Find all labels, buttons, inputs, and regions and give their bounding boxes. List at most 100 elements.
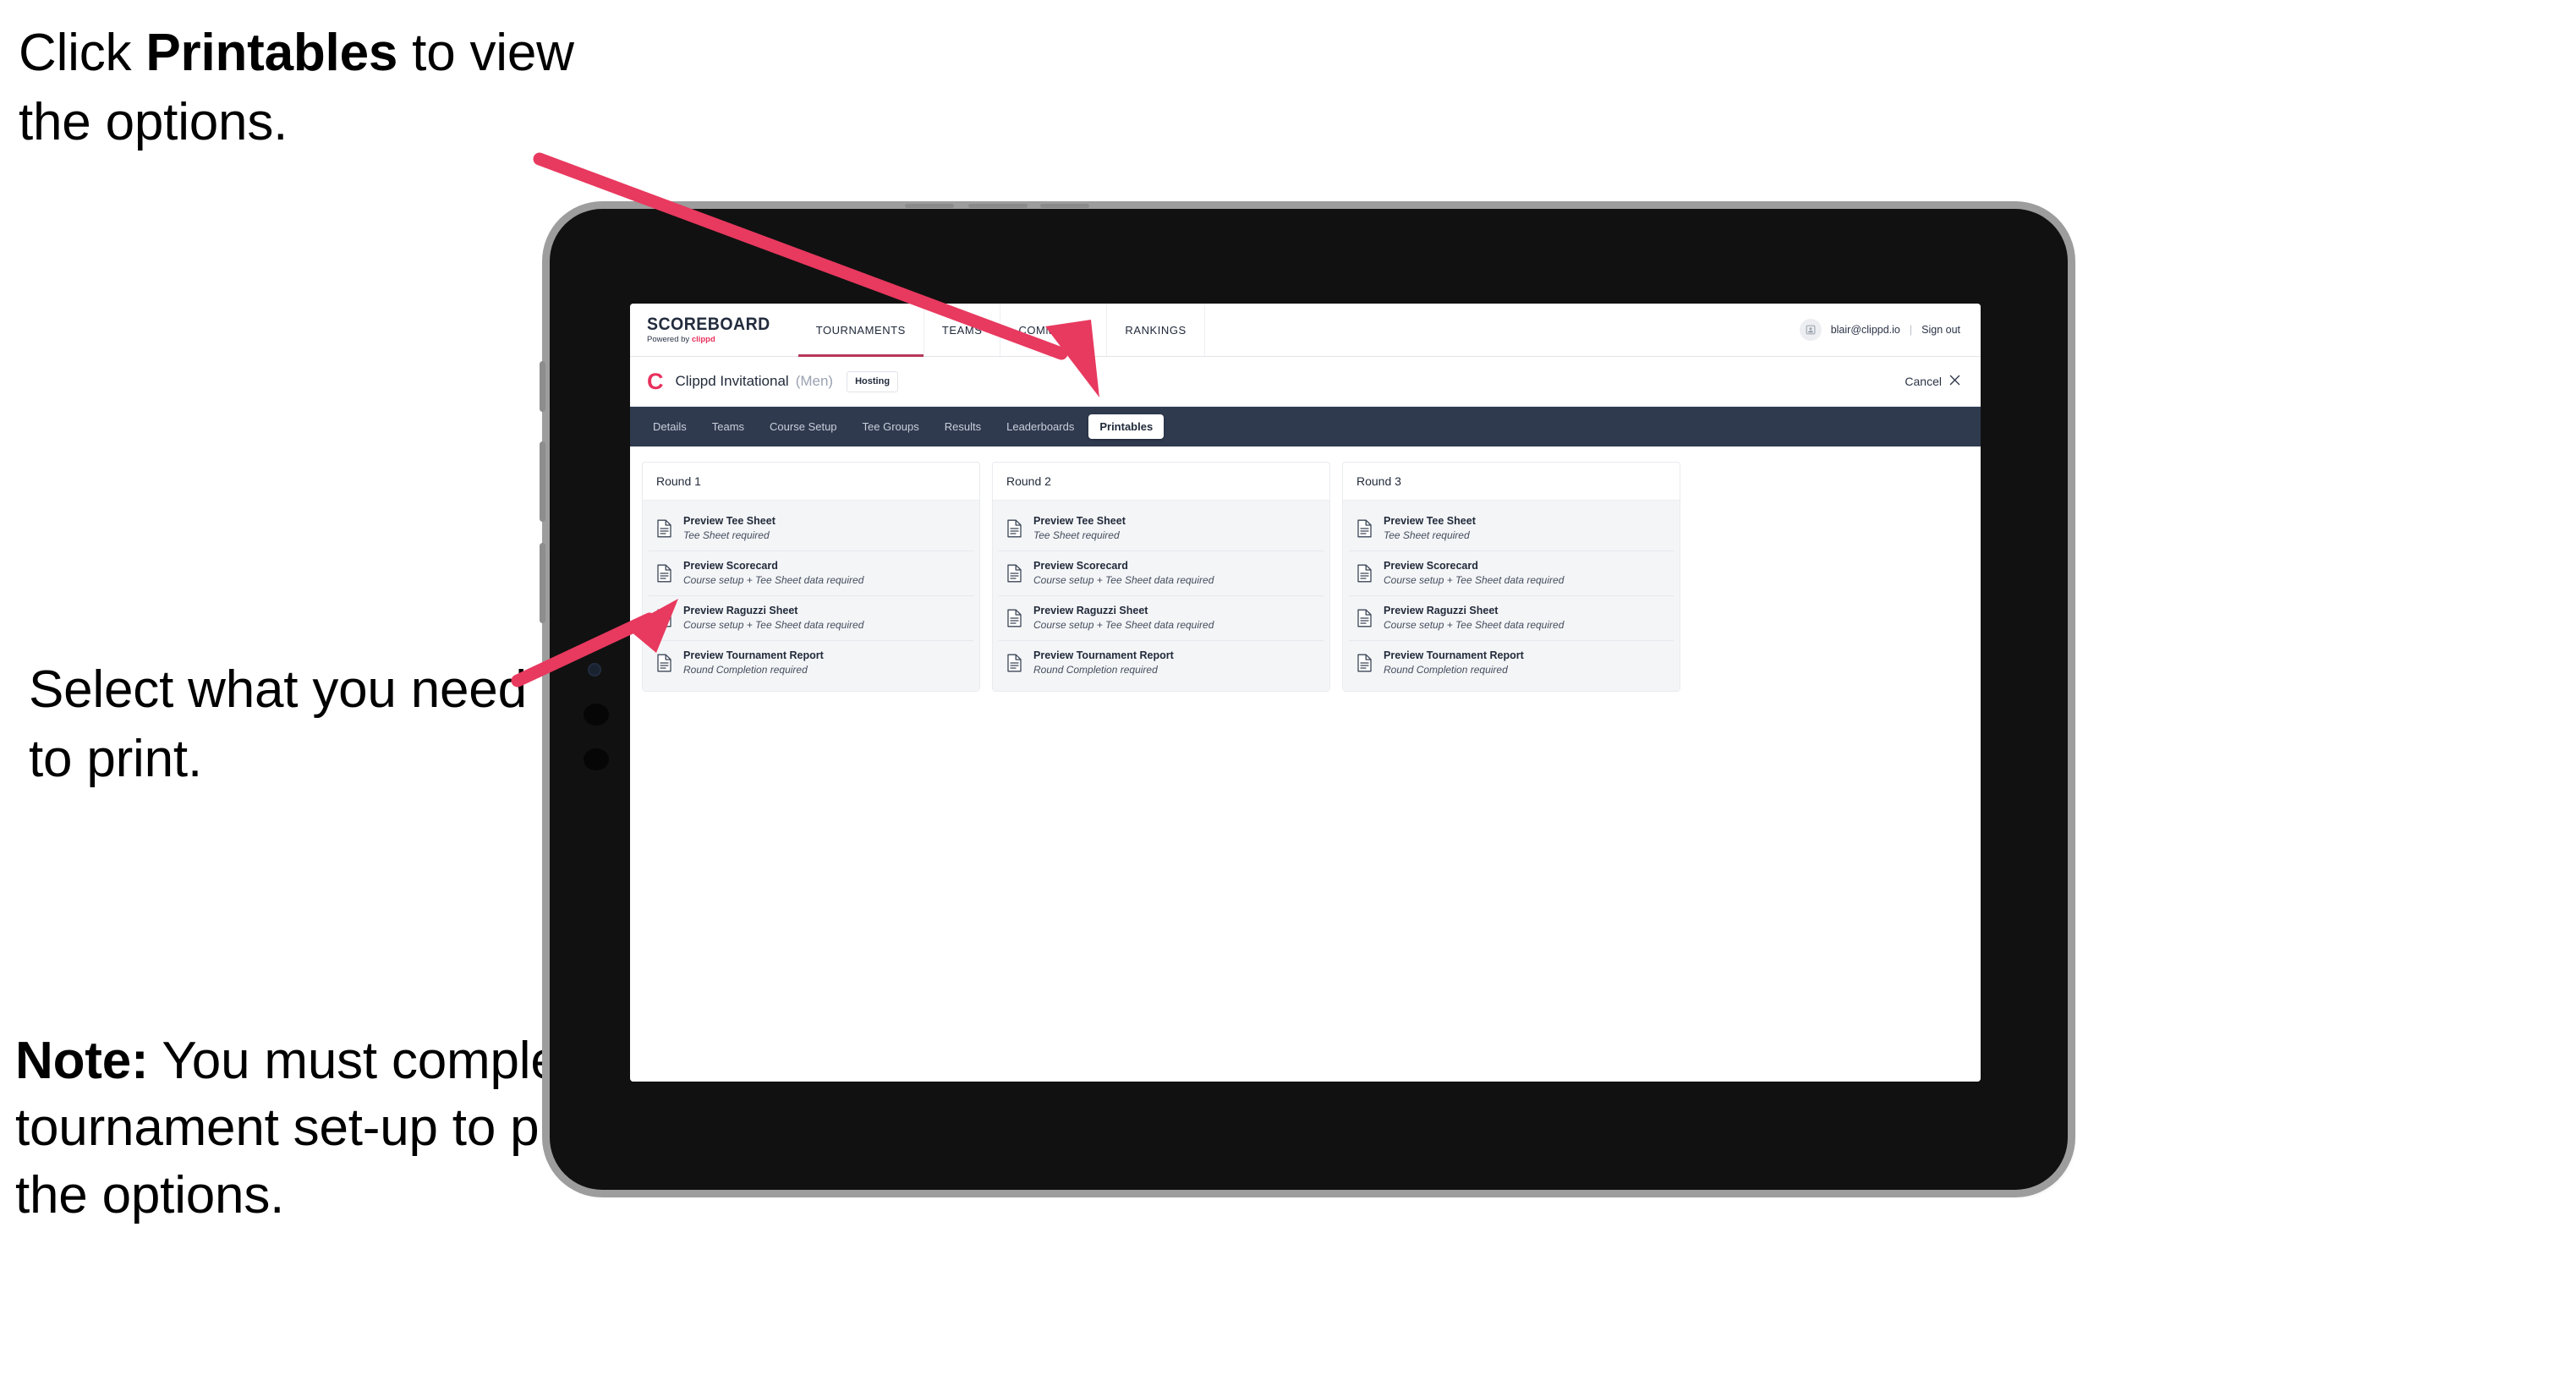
printable-text: Preview Tournament Report Round Completi… <box>1384 649 1524 676</box>
nav-label: TEAMS <box>941 323 983 337</box>
nav-item-tournaments[interactable]: TOURNAMENTS <box>797 304 924 357</box>
sensor-dot-icon <box>584 748 609 770</box>
printable-title: Preview Scorecard <box>1033 559 1128 572</box>
account-area: blair@clippd.io | Sign out <box>1799 304 1981 356</box>
printable-text: Preview Scorecard Course setup + Tee She… <box>1033 559 1214 586</box>
printable-subtitle: Tee Sheet required <box>1384 529 1470 541</box>
document-icon <box>1007 519 1022 538</box>
printable-title: Preview Tournament Report <box>683 649 824 661</box>
printable-subtitle: Course setup + Tee Sheet data required <box>683 618 864 631</box>
printable-title: Preview Scorecard <box>1384 559 1478 572</box>
sign-out-link[interactable]: Sign out <box>1921 324 1960 336</box>
callout-select-print: Select what you need to print. <box>29 660 527 788</box>
printable-subtitle: Round Completion required <box>683 663 808 676</box>
volume-down-button[interactable] <box>540 543 545 623</box>
nav-item-committee[interactable]: COMMITTEE <box>1000 304 1108 356</box>
document-icon <box>1357 609 1372 627</box>
site-header: SCOREBOARD Powered by clippd TOURNAMENTS… <box>630 304 1981 357</box>
document-icon <box>657 564 671 583</box>
tablet-screen: SCOREBOARD Powered by clippd TOURNAMENTS… <box>630 304 1981 1082</box>
document-icon <box>1007 564 1022 583</box>
close-icon <box>1949 375 1960 388</box>
printable-row-tee-sheet[interactable]: Preview Tee Sheet Tee Sheet required <box>999 507 1324 551</box>
cancel-button[interactable]: Cancel <box>1905 375 1960 388</box>
tab-leaderboards[interactable]: Leaderboards <box>995 414 1085 439</box>
tab-printables[interactable]: Printables <box>1088 414 1165 439</box>
hosting-badge: Hosting <box>847 370 899 392</box>
printable-row-tee-sheet[interactable]: Preview Tee Sheet Tee Sheet required <box>1349 507 1674 551</box>
printable-subtitle: Course setup + Tee Sheet data required <box>1033 573 1214 586</box>
front-camera-icon <box>588 663 601 677</box>
speaker-grille <box>968 204 1028 208</box>
round-body: Preview Tee Sheet Tee Sheet required Pre… <box>643 501 979 691</box>
tournament-header: C Clippd Invitational (Men) Hosting Canc… <box>630 357 1981 407</box>
nav-label: COMMITTEE <box>1018 323 1089 337</box>
tab-teams[interactable]: Teams <box>701 414 755 439</box>
power-button[interactable] <box>540 361 545 412</box>
printable-row-tee-sheet[interactable]: Preview Tee Sheet Tee Sheet required <box>649 507 973 551</box>
round-column-3: Round 3 Preview Tee Sheet Tee Sheet requ… <box>1342 462 1680 692</box>
printable-title: Preview Raguzzi Sheet <box>1384 604 1499 616</box>
document-icon <box>657 609 671 627</box>
nav-label: RANKINGS <box>1125 323 1187 337</box>
microphone-pinhole-icon <box>594 639 600 645</box>
printable-subtitle: Course setup + Tee Sheet data required <box>1384 573 1565 586</box>
printable-text: Preview Raguzzi Sheet Course setup + Tee… <box>1033 605 1214 631</box>
printable-title: Preview Tee Sheet <box>1033 515 1126 527</box>
printable-row-raguzzi-sheet[interactable]: Preview Raguzzi Sheet Course setup + Tee… <box>999 595 1324 641</box>
printable-text: Preview Tee Sheet Tee Sheet required <box>1033 515 1126 541</box>
tab-course-setup[interactable]: Course Setup <box>759 414 848 439</box>
printable-subtitle: Tee Sheet required <box>683 529 770 541</box>
volume-up-button[interactable] <box>540 441 545 522</box>
printable-title: Preview Raguzzi Sheet <box>1033 604 1148 616</box>
round-column-2: Round 2 Preview Tee Sheet Tee Sheet requ… <box>992 462 1330 692</box>
printable-text: Preview Raguzzi Sheet Course setup + Tee… <box>1384 605 1564 631</box>
printable-title: Preview Tournament Report <box>1033 649 1174 661</box>
tournament-tab-strip: Details Teams Course Setup Tee Groups Re… <box>630 407 1981 446</box>
printable-row-tournament-report[interactable]: Preview Tournament Report Round Completi… <box>649 640 973 685</box>
printable-text: Preview Tee Sheet Tee Sheet required <box>683 515 776 541</box>
printable-row-scorecard[interactable]: Preview Scorecard Course setup + Tee She… <box>1349 551 1674 596</box>
printable-row-scorecard[interactable]: Preview Scorecard Course setup + Tee She… <box>649 551 973 596</box>
document-icon <box>1007 654 1022 672</box>
nav-item-rankings[interactable]: RANKINGS <box>1107 304 1205 356</box>
printable-text: Preview Scorecard Course setup + Tee She… <box>683 560 864 586</box>
round-heading: Round 2 <box>993 463 1329 501</box>
scoreboard-logo[interactable]: SCOREBOARD Powered by clippd <box>630 304 798 356</box>
printable-row-scorecard[interactable]: Preview Scorecard Course setup + Tee She… <box>999 551 1324 596</box>
tournament-name: Clippd Invitational <box>675 373 789 389</box>
round-body: Preview Tee Sheet Tee Sheet required Pre… <box>1343 501 1680 691</box>
document-icon <box>1007 609 1022 627</box>
brand-subtitle: Powered by clippd <box>647 336 780 344</box>
printable-text: Preview Tee Sheet Tee Sheet required <box>1384 515 1476 541</box>
user-avatar-icon[interactable] <box>1799 319 1822 341</box>
tab-results[interactable]: Results <box>934 414 992 439</box>
round-heading: Round 3 <box>1343 463 1680 501</box>
printable-title: Preview Tournament Report <box>1384 649 1524 661</box>
printable-subtitle: Round Completion required <box>1384 663 1508 676</box>
nav-label: TOURNAMENTS <box>815 323 906 337</box>
brand-sub-clippd: clippd <box>691 335 715 345</box>
tablet-device: SCOREBOARD Powered by clippd TOURNAMENTS… <box>540 204 2068 1190</box>
printable-subtitle: Course setup + Tee Sheet data required <box>683 573 864 586</box>
tab-details[interactable]: Details <box>642 414 698 439</box>
brand-title: SCOREBOARD <box>647 315 770 335</box>
document-icon <box>657 654 671 672</box>
user-email: blair@clippd.io <box>1830 324 1900 336</box>
printable-row-tournament-report[interactable]: Preview Tournament Report Round Completi… <box>1349 640 1674 685</box>
separator: | <box>1909 324 1913 336</box>
tab-tee-groups[interactable]: Tee Groups <box>852 414 930 439</box>
printables-canvas: Round 1 Preview Tee Sheet Tee Sheet requ… <box>630 446 1981 1082</box>
round-column-1: Round 1 Preview Tee Sheet Tee Sheet requ… <box>642 462 980 692</box>
printable-row-raguzzi-sheet[interactable]: Preview Raguzzi Sheet Course setup + Tee… <box>649 595 973 641</box>
document-icon <box>657 519 671 538</box>
speaker-grille <box>905 204 954 208</box>
printable-row-raguzzi-sheet[interactable]: Preview Raguzzi Sheet Course setup + Tee… <box>1349 595 1674 641</box>
document-icon <box>1357 519 1372 538</box>
printable-subtitle: Course setup + Tee Sheet data required <box>1384 618 1565 631</box>
printable-text: Preview Scorecard Course setup + Tee She… <box>1384 559 1565 586</box>
printable-text: Preview Raguzzi Sheet Course setup + Tee… <box>683 605 863 631</box>
printable-row-tournament-report[interactable]: Preview Tournament Report Round Completi… <box>999 640 1324 685</box>
nav-item-teams[interactable]: TEAMS <box>924 304 1001 356</box>
printable-text: Preview Tournament Report Round Completi… <box>1033 649 1174 676</box>
